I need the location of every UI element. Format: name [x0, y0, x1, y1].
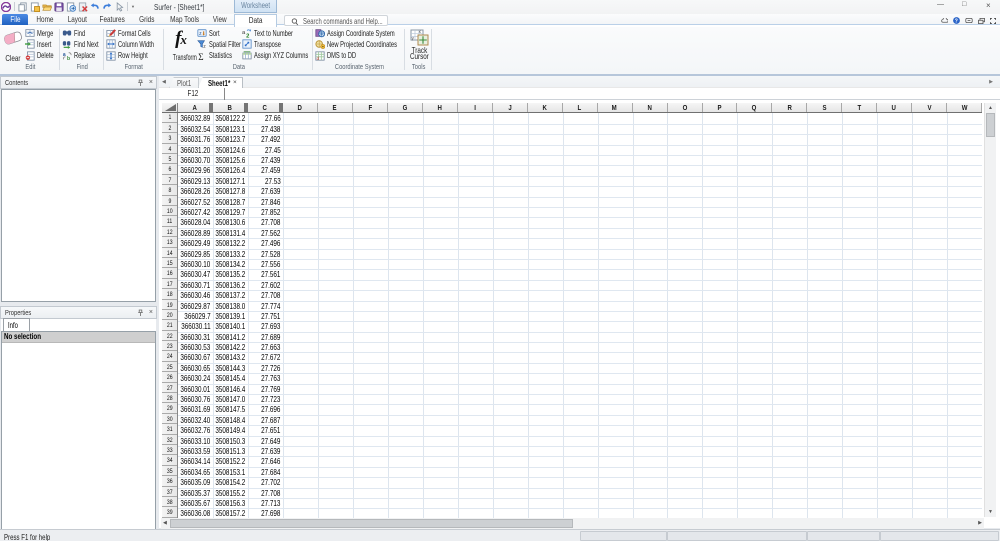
svg-text:Σ: Σ: [198, 51, 203, 60]
svg-text:z: z: [203, 45, 206, 50]
svg-text:b: b: [67, 56, 70, 61]
svg-text:?: ?: [955, 18, 958, 24]
svg-text:2: 2: [246, 34, 250, 38]
